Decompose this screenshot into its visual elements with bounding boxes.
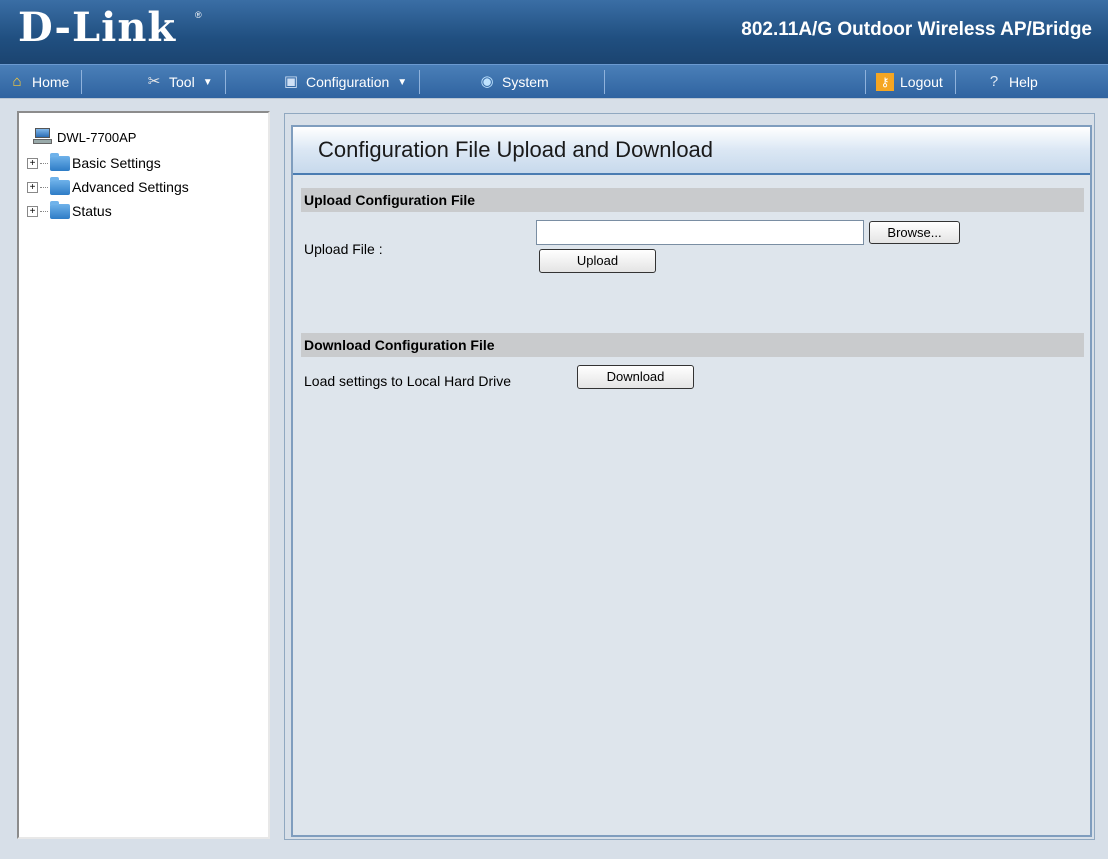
upload-button[interactable]: Upload bbox=[539, 249, 656, 273]
menu-home[interactable]: ⌂ Home bbox=[8, 70, 83, 94]
content-panel: Configuration File Upload and Download U… bbox=[291, 125, 1092, 837]
app-header: D-Link ® 802.11A/G Outdoor Wireless AP/B… bbox=[0, 0, 1108, 64]
bottom-border bbox=[0, 851, 1108, 859]
computer-icon bbox=[33, 127, 53, 147]
upload-section-header: Upload Configuration File bbox=[301, 188, 1084, 212]
tree-item-label: Status bbox=[72, 203, 112, 219]
expand-icon[interactable]: + bbox=[27, 205, 38, 217]
tool-icon: ✂ bbox=[147, 73, 161, 90]
dlink-logo: D-Link bbox=[18, 4, 177, 51]
page-title: Configuration File Upload and Download bbox=[293, 127, 1090, 175]
folder-icon bbox=[50, 176, 70, 195]
download-button[interactable]: Download bbox=[577, 365, 694, 389]
home-icon: ⌂ bbox=[12, 73, 22, 90]
expand-icon[interactable]: + bbox=[27, 157, 38, 169]
download-description: Load settings to Local Hard Drive bbox=[304, 373, 511, 389]
upload-file-label: Upload File : bbox=[304, 241, 383, 257]
tree-item-basic-settings[interactable]: + Basic Settings bbox=[27, 152, 161, 171]
upload-file-input[interactable] bbox=[536, 220, 864, 245]
menu-configuration[interactable]: ▣ Configuration ▼ bbox=[282, 70, 421, 94]
chevron-down-icon: ▼ bbox=[397, 76, 408, 88]
menu-logout-label: Logout bbox=[900, 74, 943, 90]
tree-item-advanced-settings[interactable]: + Advanced Settings bbox=[27, 176, 189, 195]
menu-home-label: Home bbox=[32, 74, 70, 90]
menu-system-label: System bbox=[502, 74, 549, 90]
expand-icon[interactable]: + bbox=[27, 181, 38, 193]
folder-icon bbox=[50, 152, 70, 171]
browse-button[interactable]: Browse... bbox=[869, 221, 960, 244]
menu-help[interactable]: ? Help bbox=[985, 70, 1050, 94]
menu-help-label: Help bbox=[1009, 74, 1038, 90]
menu-bar: ⌂ Home ✂ Tool ▼ ▣ Configuration ▼ ◉ Syst… bbox=[0, 64, 1108, 98]
tree-item-label: Advanced Settings bbox=[72, 179, 189, 195]
menu-tool-label: Tool bbox=[169, 74, 195, 90]
menu-configuration-label: Configuration bbox=[306, 74, 390, 90]
tree-root-device[interactable]: DWL-7700AP bbox=[33, 127, 136, 147]
tree-item-status[interactable]: + Status bbox=[27, 200, 112, 219]
navigation-tree: DWL-7700AP + Basic Settings + Advanced S… bbox=[17, 111, 270, 839]
help-icon: ? bbox=[989, 73, 999, 90]
folder-icon bbox=[50, 200, 70, 219]
registered-mark: ® bbox=[195, 10, 202, 20]
chevron-down-icon: ▼ bbox=[202, 76, 213, 88]
product-title: 802.11A/G Outdoor Wireless AP/Bridge bbox=[741, 19, 1092, 40]
tree-root-label: DWL-7700AP bbox=[57, 129, 137, 145]
tree-item-label: Basic Settings bbox=[72, 155, 161, 171]
menu-logout[interactable]: ⚷ Logout bbox=[865, 70, 956, 94]
system-icon: ◉ bbox=[480, 73, 494, 90]
menu-system[interactable]: ◉ System bbox=[478, 70, 605, 94]
menu-tool[interactable]: ✂ Tool ▼ bbox=[145, 70, 226, 94]
key-icon: ⚷ bbox=[876, 73, 894, 91]
download-section-header: Download Configuration File bbox=[301, 333, 1084, 357]
save-icon: ▣ bbox=[283, 73, 299, 90]
